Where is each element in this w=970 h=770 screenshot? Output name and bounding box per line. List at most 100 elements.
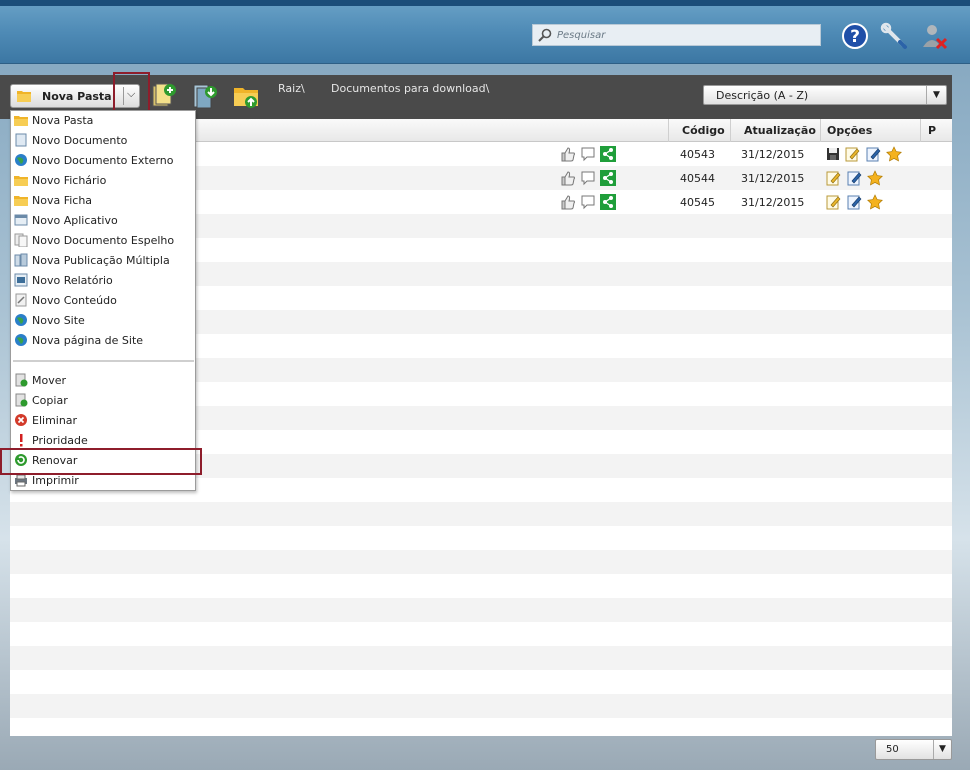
menu-item-novo-fichario[interactable]: Novo Fichário — [11, 171, 195, 191]
empty-row — [10, 622, 952, 646]
menu-item-label: Novo Site — [32, 314, 85, 327]
multiple-publication-icon — [14, 253, 28, 267]
globe-document-icon — [15, 154, 27, 166]
empty-row — [10, 718, 952, 736]
menu-item-novo-relatorio[interactable]: Novo Relatório — [11, 271, 195, 291]
header-topline — [0, 0, 970, 6]
sort-select[interactable]: Descrição (A - Z) ▼ — [703, 85, 947, 105]
edit-icon[interactable] — [825, 170, 841, 186]
menu-item-nova-publicacao-multipla[interactable]: Nova Publicação Múltipla — [11, 251, 195, 271]
column-divider — [668, 119, 669, 142]
import-document-icon[interactable] — [150, 80, 178, 110]
updated-date-cell: 31/12/2015 — [741, 172, 805, 185]
edit-properties-icon[interactable] — [846, 170, 862, 186]
page-size-select[interactable]: 50 ▼ — [875, 739, 952, 760]
empty-row — [10, 550, 952, 574]
folder-icon — [17, 91, 31, 102]
menu-item-mover[interactable]: Mover — [11, 371, 195, 391]
mirror-document-icon — [14, 233, 28, 247]
breadcrumb-folder[interactable]: Documentos para download\ — [331, 82, 489, 95]
menu-item-novo-documento-externo[interactable]: Novo Documento Externo — [11, 151, 195, 171]
column-header-code[interactable]: Código — [682, 124, 725, 137]
menu-item-label: Novo Aplicativo — [32, 214, 118, 227]
updated-date-cell: 31/12/2015 — [741, 196, 805, 209]
menu-item-nova-ficha[interactable]: Nova Ficha — [11, 191, 195, 211]
share-icon[interactable] — [600, 146, 616, 162]
wrench-icon[interactable] — [880, 22, 908, 50]
menu-item-label: Mover — [32, 374, 67, 387]
menu-item-label: Novo Documento Espelho — [32, 234, 175, 247]
menu-item-novo-aplicativo[interactable]: Novo Aplicativo — [11, 211, 195, 231]
globe-page-icon — [15, 334, 27, 346]
search-icon — [538, 28, 552, 42]
menu-item-label: Novo Relatório — [32, 274, 113, 287]
menu-item-label: Nova Publicação Múltipla — [32, 254, 170, 267]
menu-item-label: Novo Documento Externo — [32, 154, 174, 167]
delete-icon — [15, 414, 27, 426]
move-icon — [15, 373, 28, 387]
comment-icon[interactable] — [580, 194, 596, 210]
user-logout-icon[interactable] — [920, 22, 948, 50]
like-icon[interactable] — [560, 194, 576, 210]
column-header-p[interactable]: P — [928, 124, 936, 137]
column-header-options[interactable]: Opções — [827, 124, 872, 137]
like-icon[interactable] — [560, 170, 576, 186]
copy-icon — [15, 393, 28, 407]
favorite-star-icon[interactable] — [867, 194, 883, 210]
edit-icon[interactable] — [844, 146, 860, 162]
menu-item-novo-documento[interactable]: Novo Documento — [11, 131, 195, 151]
menu-item-eliminar[interactable]: Eliminar — [11, 411, 195, 431]
menu-item-novo-documento-espelho[interactable]: Novo Documento Espelho — [11, 231, 195, 251]
empty-row — [10, 574, 952, 598]
report-icon — [14, 273, 28, 287]
comment-icon[interactable] — [580, 170, 596, 186]
column-divider — [920, 119, 921, 142]
edit-icon[interactable] — [825, 194, 841, 210]
column-divider — [730, 119, 731, 142]
share-icon[interactable] — [600, 194, 616, 210]
favorite-star-icon[interactable] — [867, 170, 883, 186]
save-icon[interactable] — [825, 146, 841, 162]
edit-properties-icon[interactable] — [846, 194, 862, 210]
chevron-down-icon[interactable]: ▼ — [926, 86, 946, 104]
menu-item-label: Imprimir — [32, 474, 79, 487]
menu-item-label: Novo Conteúdo — [32, 294, 117, 307]
comment-icon[interactable] — [580, 146, 596, 162]
menu-item-label: Nova Ficha — [32, 194, 93, 207]
menu-item-novo-conteudo[interactable]: Novo Conteúdo — [11, 291, 195, 311]
empty-row — [10, 502, 952, 526]
empty-row — [10, 670, 952, 694]
menu-divider — [13, 360, 194, 362]
folder-binder-icon — [14, 176, 28, 186]
like-icon[interactable] — [560, 146, 576, 162]
upload-folder-icon[interactable] — [232, 80, 260, 110]
menu-item-novo-site[interactable]: Novo Site — [11, 311, 195, 331]
breadcrumb-root[interactable]: Raiz\ — [278, 82, 305, 95]
favorite-star-icon[interactable] — [886, 146, 902, 162]
updated-date-cell: 31/12/2015 — [741, 148, 805, 161]
content-icon — [15, 293, 27, 307]
menu-item-label: Nova página de Site — [32, 334, 144, 347]
search-input[interactable] — [555, 27, 815, 43]
priority-icon — [20, 434, 23, 447]
code-cell: 40545 — [680, 196, 715, 209]
svg-text:?: ? — [850, 27, 860, 47]
app-header: ? — [0, 0, 970, 64]
empty-row — [10, 694, 952, 718]
menu-item-label: Eliminar — [32, 414, 78, 427]
document-icon — [15, 133, 27, 147]
menu-item-label: Novo Documento — [32, 134, 128, 147]
column-divider — [820, 119, 821, 142]
help-icon[interactable]: ? — [841, 22, 869, 50]
menu-item-nova-pagina-de-site[interactable]: Nova página de Site — [11, 331, 195, 351]
print-icon — [15, 474, 27, 487]
chevron-down-icon[interactable]: ▼ — [933, 740, 951, 759]
share-icon[interactable] — [600, 170, 616, 186]
menu-item-copiar[interactable]: Copiar — [11, 391, 195, 411]
folder-icon — [14, 116, 28, 126]
column-header-updated[interactable]: Atualização — [744, 124, 816, 137]
search-box[interactable] — [532, 24, 821, 46]
edit-properties-icon[interactable] — [865, 146, 881, 162]
download-document-icon[interactable] — [191, 80, 219, 110]
menu-item-nova-pasta[interactable]: Nova Pasta — [11, 111, 195, 131]
